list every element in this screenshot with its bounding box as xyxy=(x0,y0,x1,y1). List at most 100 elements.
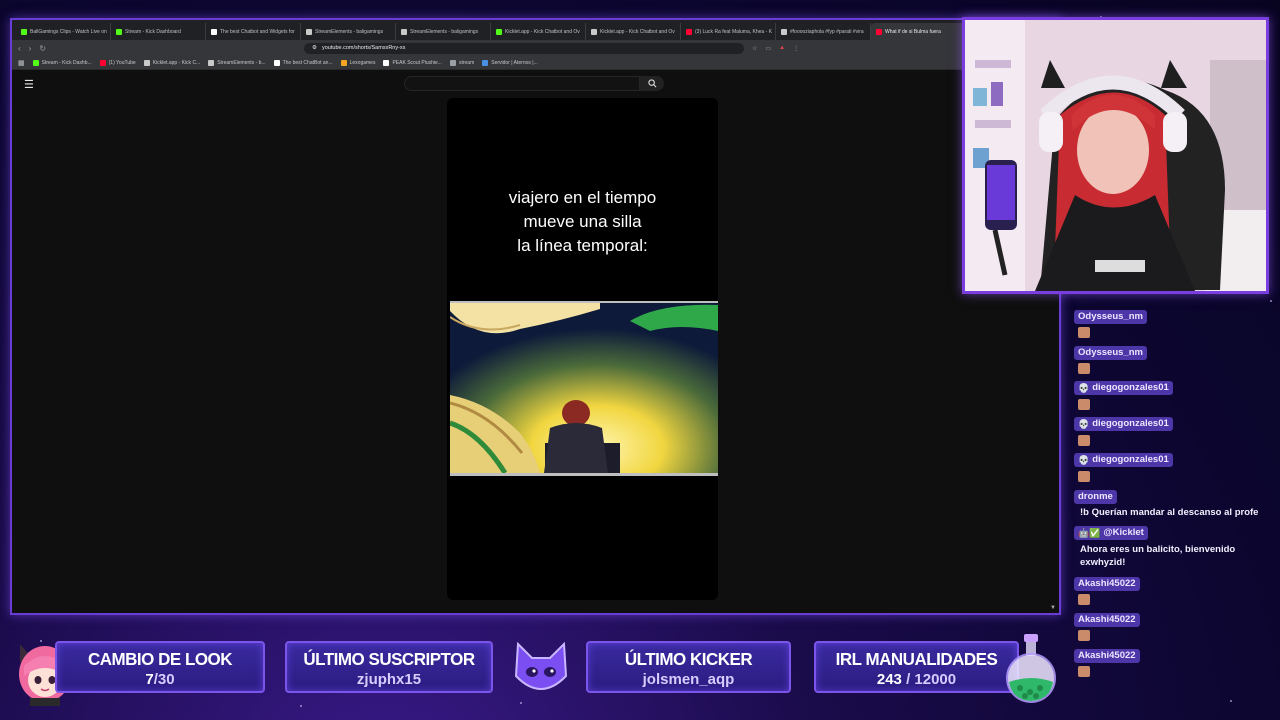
browser-tab[interactable]: (3) Luck Ra feat Maluma, Khea - K xyxy=(681,23,776,40)
bookmark-star-icon[interactable]: ☆ xyxy=(752,45,757,52)
chat-message: Odysseus_nm xyxy=(1066,342,1270,374)
chat-username[interactable]: Akashi45022 xyxy=(1074,613,1140,627)
chat-username[interactable]: 💀 diegogonzales01 xyxy=(1074,453,1173,467)
back-icon[interactable]: ‹ xyxy=(18,44,21,53)
browser-tab[interactable]: Stream - Kick Dashboard xyxy=(111,23,206,40)
bookmark-label: Servidor | Aternos |... xyxy=(491,59,538,66)
tab-title: StreamElements - baligamings xyxy=(315,28,384,35)
bookmark-item[interactable]: stream xyxy=(449,59,475,66)
chat-emote-icon xyxy=(1078,666,1090,677)
chat-message: Akashi45022 xyxy=(1066,645,1270,677)
goal-progress: 7/30 xyxy=(57,671,263,689)
bookmark-favicon-icon xyxy=(99,59,106,66)
chat-message: 💀 diegogonzales01 xyxy=(1066,378,1270,410)
chat-username-text: diegogonzales01 xyxy=(1092,454,1169,465)
widget-title: ÚLTIMO SUSCRIPTOR xyxy=(303,649,475,670)
browser-tab[interactable]: What if de si Bulma fuera xyxy=(871,23,966,40)
bookmark-item[interactable]: StreamElements - b... xyxy=(208,59,266,66)
chat-emote-icon xyxy=(1078,630,1090,641)
tab-title: The best Chatbot and Widgets for xyxy=(220,28,295,35)
bookmark-label: stream xyxy=(458,59,475,66)
chat-emote-icon xyxy=(1078,327,1090,338)
potion-flask-icon xyxy=(1006,634,1056,703)
caption-line: mueve una silla xyxy=(523,212,642,231)
tab-favicon-icon xyxy=(781,28,787,35)
bookmark-item[interactable]: Lexogames xyxy=(340,59,376,66)
chat-message: Akashi45022 xyxy=(1066,609,1270,641)
bookmark-item[interactable]: PEAK Scout Plushie... xyxy=(383,59,442,66)
last-subscriber-name: zjuphx15 xyxy=(356,671,422,688)
tab-favicon-icon xyxy=(211,28,217,35)
tab-favicon-icon xyxy=(876,28,882,35)
browser-tab[interactable]: Kicklet.app - Kick Chatbot and Ov xyxy=(491,23,586,40)
bookmark-item[interactable]: (1) YouTube xyxy=(99,59,136,66)
bookmark-item[interactable]: Kicklet.app - Kick C... xyxy=(143,59,201,66)
browser-tab[interactable]: BallGamings Clips - Watch Live on xyxy=(16,23,111,40)
apps-grid-icon[interactable]: ▦ xyxy=(18,59,25,67)
bookmark-label: (1) YouTube xyxy=(108,59,136,66)
bookmark-label: Lexogames xyxy=(349,59,376,66)
youtube-page: ☰ viajero en el tiempo mueve una silla l… xyxy=(12,70,1059,613)
hamburger-menu-icon[interactable]: ☰ xyxy=(24,78,34,91)
chat-emote-icon xyxy=(1078,435,1090,446)
browser-tab[interactable]: The best Chatbot and Widgets for xyxy=(206,23,301,40)
reload-icon[interactable]: ↻ xyxy=(39,44,46,53)
chat-username[interactable]: Akashi45022 xyxy=(1074,649,1140,663)
bookmark-favicon-icon xyxy=(482,59,489,66)
caption-line: la línea temporal: xyxy=(517,236,648,255)
chat-username[interactable]: Odysseus_nm xyxy=(1074,346,1147,360)
bookmarks-bar: ▦ Stream - Kick Dashb... (1) YouTube Kickl… xyxy=(12,56,1059,70)
tab-title: Stream - Kick Dashboard xyxy=(125,28,181,35)
search-button[interactable] xyxy=(640,76,664,91)
look-goal-widget: CAMBIO DE LOOK 7/30 xyxy=(55,641,265,693)
chat-username[interactable]: Akashi45022 xyxy=(1074,577,1140,591)
chat-message: 🤖✅ @Kicklet Ahora eres un balicito, bienve… xyxy=(1066,523,1270,569)
bookmark-item[interactable]: Servidor | Aternos |... xyxy=(482,59,538,66)
chat-username[interactable]: 💀 diegogonzales01 xyxy=(1074,417,1173,431)
search-input[interactable] xyxy=(404,76,640,91)
bookmark-favicon-icon xyxy=(383,59,390,66)
chat-message: Odysseus_nm xyxy=(1066,306,1270,338)
bookmark-item[interactable]: Stream - Kick Dashb... xyxy=(32,59,92,66)
irl-goal-widget: IRL MANUALIDADES 243 / 12000 xyxy=(814,641,1019,693)
bookmark-favicon-icon xyxy=(32,59,39,66)
bookmark-label: Kicklet.app - Kick C... xyxy=(152,59,201,66)
shorts-video-player[interactable]: viajero en el tiempo mueve una silla la … xyxy=(447,98,718,600)
streamer-webcam-image xyxy=(965,20,1266,291)
site-info-icon[interactable]: ⚙ xyxy=(312,45,317,51)
chat-username[interactable]: 💀 diegogonzales01 xyxy=(1074,381,1173,395)
chat-message-text: !b Querían mandar al descanso al profe xyxy=(1080,507,1259,518)
goal-target: /30 xyxy=(153,671,175,688)
bookmark-favicon-icon xyxy=(449,59,456,66)
tab-favicon-icon xyxy=(306,28,312,35)
video-clip-frame xyxy=(450,301,718,476)
widget-title: ÚLTIMO KICKER xyxy=(624,649,753,670)
chat-username[interactable]: 🤖✅ @Kicklet xyxy=(1074,526,1148,540)
browser-tab[interactable]: Kicklet.app - Kick Chatbot and Ov xyxy=(586,23,681,40)
extension-red-icon[interactable]: ▲ xyxy=(779,45,785,51)
chat-username-text: diegogonzales01 xyxy=(1092,418,1169,429)
goal-progress: 243 / 12000 xyxy=(816,671,1017,689)
browser-tab[interactable]: StreamElements - baligamings xyxy=(396,23,491,40)
tab-favicon-icon xyxy=(21,28,27,35)
bookmark-item[interactable]: The best ChatBot an... xyxy=(273,59,333,66)
browser-tab[interactable]: #fooooziaphola #fyp #parati #vira xyxy=(776,23,871,40)
chat-message: Akashi45022 xyxy=(1066,573,1270,605)
menu-icon[interactable]: ⋮ xyxy=(793,45,799,52)
chat-username-text: Akashi45022 xyxy=(1078,650,1136,661)
user-badge-icon: 🤖✅ xyxy=(1078,528,1101,538)
forward-icon[interactable]: › xyxy=(29,44,32,53)
bookmark-label: The best ChatBot an... xyxy=(282,59,333,66)
chat-username[interactable]: Odysseus_nm xyxy=(1074,310,1147,324)
scroll-down-icon[interactable]: ▼ xyxy=(1050,605,1056,611)
tab-title: Kicklet.app - Kick Chatbot and Ov xyxy=(505,28,580,35)
extensions-icon[interactable]: ▭ xyxy=(765,45,771,52)
bookmark-favicon-icon xyxy=(340,59,347,66)
cat-logo-icon xyxy=(514,641,568,690)
address-bar[interactable]: ⚙ youtube.com/shorts/SamsxRny-xs xyxy=(304,42,745,54)
bookmark-favicon-icon xyxy=(208,59,215,66)
browser-tab[interactable]: StreamElements - baligamings xyxy=(301,23,396,40)
user-badge-icon: 💀 xyxy=(1078,419,1090,429)
video-caption: viajero en el tiempo mueve una silla la … xyxy=(447,186,718,258)
chat-username[interactable]: dronme xyxy=(1074,490,1117,504)
